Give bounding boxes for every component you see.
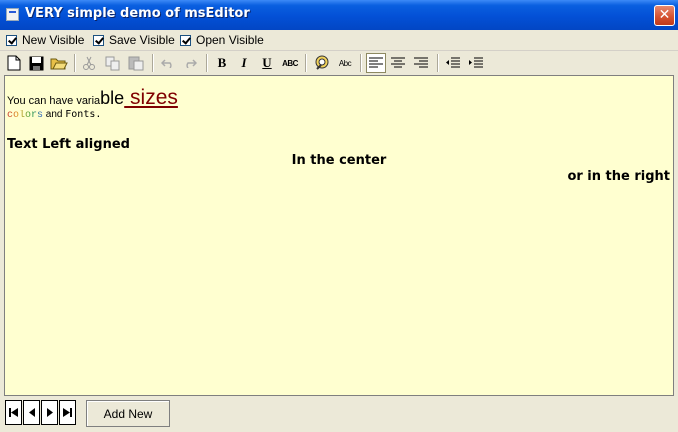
large-text: sizes (124, 86, 178, 109)
window: { "window": {"title": "VERY simple demo … (0, 0, 678, 432)
close-button[interactable]: ✕ (654, 5, 675, 26)
copy-icon[interactable] (102, 53, 122, 73)
new-document-icon[interactable] (4, 53, 24, 73)
open-folder-icon[interactable] (49, 53, 69, 73)
align-right-icon[interactable] (411, 53, 431, 73)
app-icon (6, 8, 19, 21)
checkbox-box[interactable] (93, 34, 104, 46)
next-record-icon[interactable] (41, 400, 58, 425)
redo-icon[interactable] (180, 53, 200, 73)
nav-buttons (5, 400, 77, 425)
toolbar-separator (74, 54, 76, 72)
center-aligned-text: In the center (291, 153, 387, 168)
colors-text: colors (7, 110, 44, 121)
title-bar: VERY simple demo of msEditor ✕ (0, 0, 678, 30)
editor-toolbar: B I U ABC Abc (0, 52, 678, 74)
decrease-indent-icon[interactable] (442, 53, 462, 73)
new-visible-checkbox[interactable]: New Visible (6, 32, 84, 48)
toolbar-separator (152, 54, 154, 72)
toolbar-separator (206, 54, 208, 72)
right-aligned-text: or in the right (567, 169, 670, 184)
toolbar-separator (437, 54, 439, 72)
checkbox-box[interactable] (180, 34, 191, 46)
underline-icon[interactable]: U (257, 53, 277, 73)
editor-line-sizes: You can have variable sizes (7, 86, 178, 110)
italic-icon[interactable]: I (234, 53, 254, 73)
and-text: and (43, 109, 66, 120)
increase-indent-icon[interactable] (465, 53, 485, 73)
left-aligned-text: Text Left aligned (7, 137, 130, 152)
first-record-icon[interactable] (5, 400, 22, 425)
strikethrough-icon[interactable]: ABC (280, 53, 300, 73)
save-visible-checkbox[interactable]: Save Visible (93, 32, 175, 48)
divider (0, 50, 678, 51)
checkbox-label: Open Visible (196, 33, 264, 47)
align-left-icon[interactable] (366, 53, 386, 73)
checkbox-box[interactable] (6, 34, 17, 46)
editor-line-colors: colors and Fonts. (7, 109, 101, 121)
cut-icon[interactable] (79, 53, 99, 73)
align-center-icon[interactable] (388, 53, 408, 73)
rich-text-editor[interactable]: You can have variable sizes colors and F… (4, 75, 674, 396)
toolbar-separator (305, 54, 307, 72)
save-icon[interactable] (26, 53, 46, 73)
open-visible-checkbox[interactable]: Open Visible (180, 32, 264, 48)
add-new-button[interactable]: Add New (86, 400, 170, 427)
checkbox-label: New Visible (22, 33, 85, 47)
bold-icon[interactable]: B (212, 53, 232, 73)
last-record-icon[interactable] (59, 400, 76, 425)
options-row: New Visible Save Visible Open Visible (0, 30, 678, 50)
spell-check-icon[interactable] (312, 53, 332, 73)
checkbox-label: Save Visible (109, 33, 175, 47)
record-navigator: Add New (0, 396, 678, 432)
undo-icon[interactable] (158, 53, 178, 73)
toolbar-separator (360, 54, 362, 72)
fonts-text: Fonts. (65, 109, 102, 120)
paste-icon[interactable] (126, 53, 146, 73)
small-text: You can have varia (7, 95, 101, 107)
previous-record-icon[interactable] (23, 400, 40, 425)
medium-text: ble (100, 88, 125, 108)
window-title: VERY simple demo of msEditor (25, 6, 250, 21)
font-icon[interactable]: Abc (335, 53, 355, 73)
